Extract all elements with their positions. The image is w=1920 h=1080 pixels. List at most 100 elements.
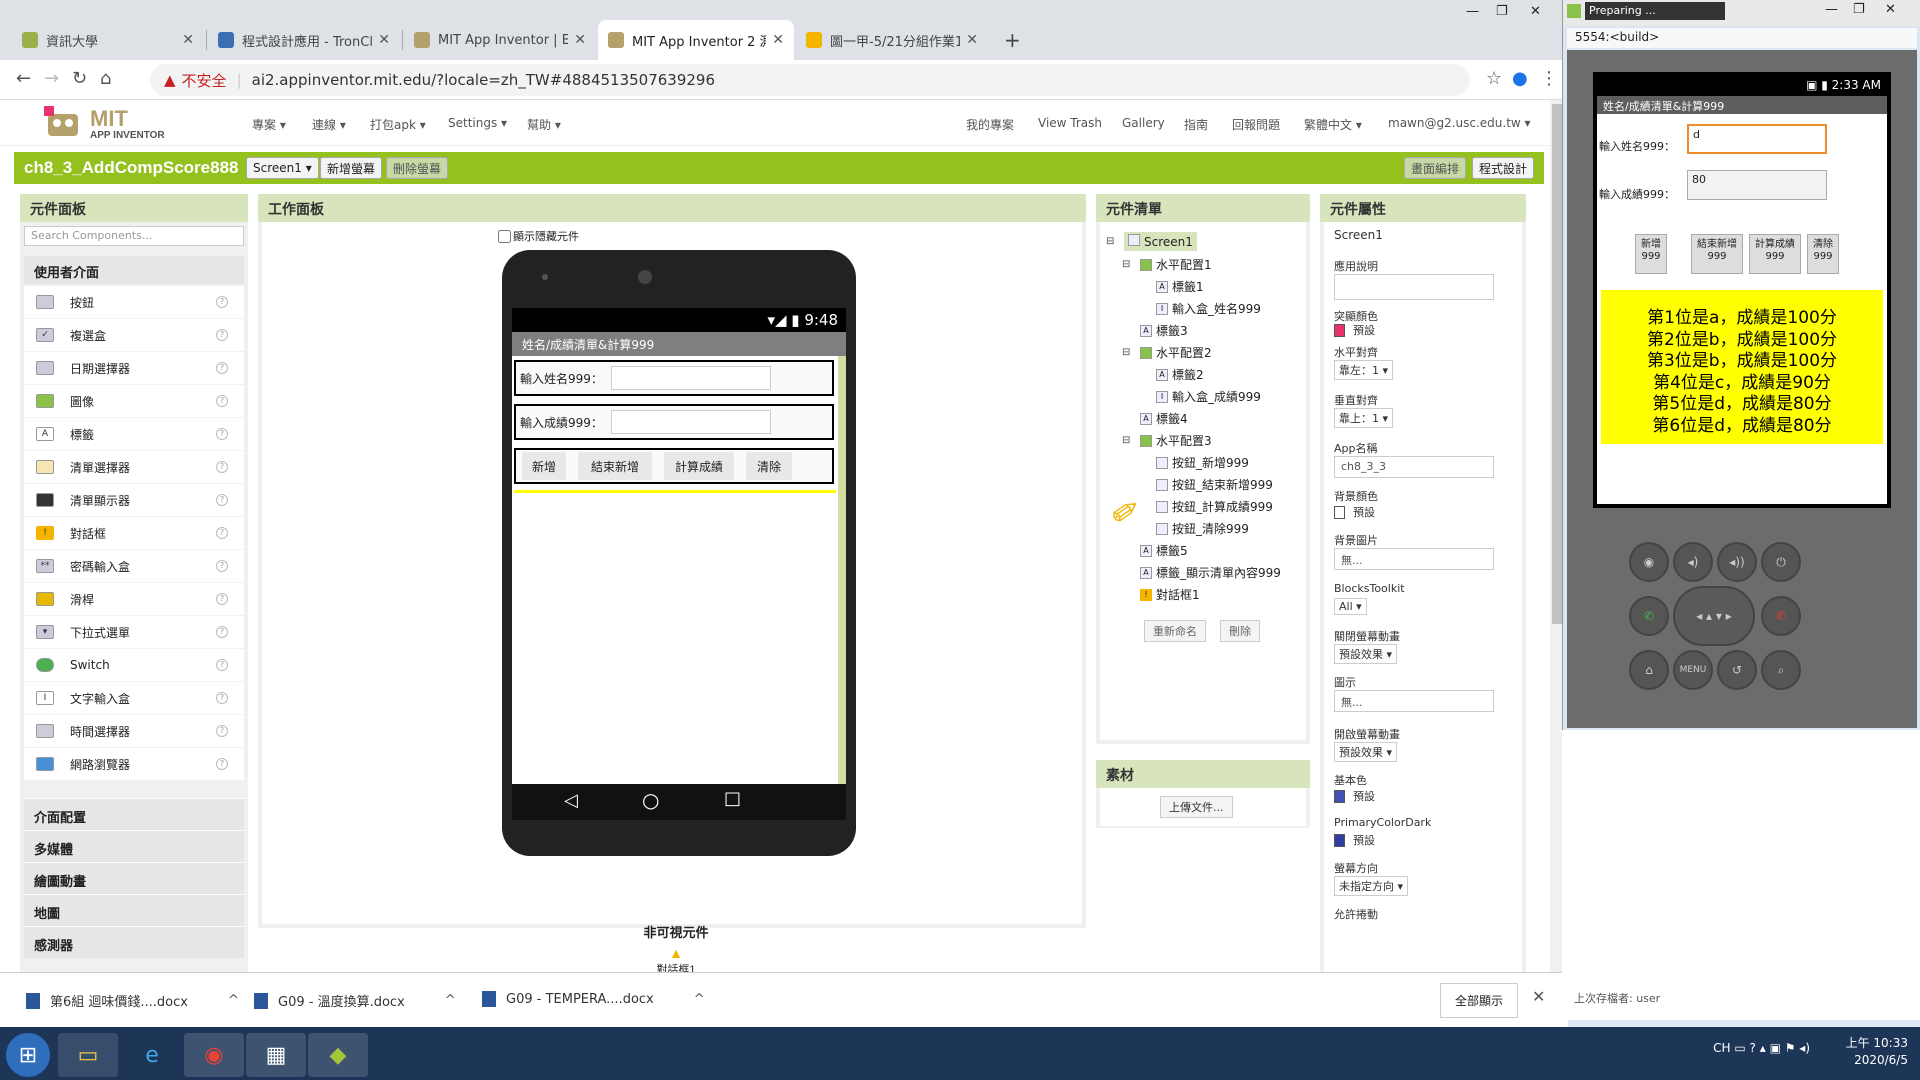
help-icon[interactable]: ? bbox=[216, 758, 228, 770]
tree-item-harr1[interactable]: ⊟ 水平配置1 bbox=[1122, 256, 1212, 273]
collapse-icon[interactable]: ⊟ bbox=[1122, 435, 1134, 446]
restore-icon[interactable]: ❐ bbox=[1496, 4, 1508, 19]
valign-dropdown[interactable]: 靠上：1 ▾ bbox=[1334, 408, 1394, 428]
help-icon[interactable]: ? bbox=[216, 560, 228, 572]
close-window-icon[interactable]: ✕ bbox=[1530, 4, 1541, 19]
close-icon[interactable]: ✕ bbox=[574, 32, 586, 48]
profile-icon[interactable]: ● bbox=[1512, 68, 1528, 89]
chrome-icon[interactable]: ◉ bbox=[184, 1033, 244, 1077]
emu-name-input[interactable]: d bbox=[1687, 124, 1827, 154]
tree-item-harr2[interactable]: ⊟ 水平配置2 bbox=[1122, 344, 1212, 361]
help-icon[interactable]: ? bbox=[216, 395, 228, 407]
home-icon[interactable]: ⌂ bbox=[1629, 650, 1669, 690]
help-icon[interactable]: ? bbox=[216, 461, 228, 473]
palette-item-notifier[interactable]: ! 對話框? bbox=[24, 517, 244, 550]
menu-build[interactable]: 打包apk ▾ bbox=[370, 116, 426, 133]
help-icon[interactable]: ? bbox=[216, 593, 228, 605]
calculate-button[interactable]: 計算成績 bbox=[664, 452, 734, 480]
end-add-button[interactable]: 結束新增 bbox=[578, 452, 652, 480]
tree-item-label-list[interactable]: A 標籤_顯示清單內容999 bbox=[1140, 564, 1281, 581]
tree-item-btn-clear[interactable]: 按鈕_清除999 bbox=[1156, 520, 1249, 537]
help-icon[interactable]: ? bbox=[216, 659, 228, 671]
tab-5[interactable]: 圖一甲-5/21分組作業1_數學運算✕ bbox=[796, 20, 988, 60]
reload-icon[interactable]: ↻ bbox=[72, 68, 87, 89]
help-icon[interactable]: ? bbox=[216, 362, 228, 374]
emu-clear-button[interactable]: 清除 999 bbox=[1807, 234, 1839, 274]
bgcolor-value[interactable]: 預設 bbox=[1334, 504, 1375, 520]
chevron-up-icon[interactable]: ^ bbox=[228, 993, 239, 1008]
volume-up-icon[interactable]: ◂)) bbox=[1717, 542, 1757, 582]
chevron-up-icon[interactable]: ^ bbox=[694, 992, 705, 1007]
tab-4-active[interactable]: MIT App Inventor 2 測試版✕ bbox=[598, 20, 794, 60]
tab-1[interactable]: 資訊大學 ✕ bbox=[12, 20, 204, 60]
menu-connect[interactable]: 連線 ▾ bbox=[312, 116, 346, 133]
close-anim-dropdown[interactable]: 預設效果 ▾ bbox=[1334, 644, 1398, 664]
delete-button[interactable]: 刪除 bbox=[1220, 620, 1260, 642]
tree-item-textbox-score[interactable]: I 輸入盒_成績999 bbox=[1156, 388, 1261, 405]
score-textbox[interactable] bbox=[610, 410, 771, 434]
upload-file-button[interactable]: 上傳文件... bbox=[1160, 796, 1233, 818]
palette-item-slider[interactable]: 滑桿? bbox=[24, 583, 244, 616]
palette-item-image[interactable]: 圖像? bbox=[24, 385, 244, 418]
about-textarea[interactable] bbox=[1334, 274, 1494, 300]
close-icon[interactable]: ✕ bbox=[966, 32, 978, 48]
file-explorer-icon[interactable]: ▭ bbox=[58, 1033, 118, 1077]
help-icon[interactable]: ? bbox=[216, 725, 228, 737]
android-icon[interactable]: ◆ bbox=[308, 1033, 368, 1077]
category-sensors[interactable]: 感測器 bbox=[24, 926, 244, 958]
palette-item-passwordtextbox[interactable]: ** 密碼輸入盒? bbox=[24, 550, 244, 583]
tree-item-textbox-name[interactable]: I 輸入盒_姓名999 bbox=[1156, 300, 1261, 317]
accent-color-value[interactable]: 預設 bbox=[1334, 322, 1375, 338]
help-icon[interactable]: ? bbox=[216, 329, 228, 341]
tree-item-btn-calc[interactable]: 按鈕_計算成績999 bbox=[1156, 498, 1273, 515]
show-hidden-checkbox[interactable]: 顯示隱藏元件 bbox=[498, 228, 579, 244]
tab-3[interactable]: MIT App Inventor | Explore MIT✕ bbox=[404, 20, 596, 60]
url-field[interactable]: ▲ 不安全 | ai2.appinventor.mit.edu/?locale=… bbox=[150, 64, 1470, 96]
chevron-up-icon[interactable]: ^ bbox=[445, 993, 456, 1008]
palette-item-listpicker[interactable]: 清單選擇器? bbox=[24, 451, 244, 484]
close-icon[interactable]: ✕ bbox=[182, 32, 194, 48]
category-user-interface[interactable]: 使用者介面 bbox=[24, 256, 244, 284]
tree-item-label1[interactable]: A 標籤1 bbox=[1156, 278, 1204, 295]
tree-item-label5[interactable]: A 標籤5 bbox=[1140, 542, 1188, 559]
home-icon[interactable]: ⌂ bbox=[100, 68, 111, 89]
collapse-icon[interactable]: ⊟ bbox=[1122, 259, 1134, 270]
minimize-icon[interactable]: — bbox=[1466, 4, 1479, 19]
palette-item-timepicker[interactable]: 時間選擇器? bbox=[24, 715, 244, 748]
palette-item-datepicker[interactable]: 日期選擇器? bbox=[24, 352, 244, 385]
list-display-label[interactable] bbox=[514, 490, 836, 493]
collapse-icon[interactable]: ⊟ bbox=[1106, 236, 1118, 247]
close-icon[interactable]: ✕ bbox=[378, 32, 390, 48]
orientation-dropdown[interactable]: 未指定方向 ▾ bbox=[1334, 876, 1409, 896]
search-components-input[interactable]: Search Components... bbox=[24, 226, 244, 246]
download-item-2[interactable]: G09 - 溫度換算.docx ^ bbox=[254, 991, 456, 1010]
internet-explorer-icon[interactable]: e bbox=[122, 1033, 182, 1077]
blockstoolkit-dropdown[interactable]: All ▾ bbox=[1334, 598, 1367, 615]
minimize-icon[interactable]: — bbox=[1825, 2, 1838, 17]
power-icon[interactable]: ⏻ bbox=[1761, 542, 1801, 582]
back-icon[interactable]: ↺ bbox=[1717, 650, 1757, 690]
menu-report-issue[interactable]: 回報問題 bbox=[1232, 116, 1280, 133]
palette-item-textbox[interactable]: I 文字輸入盒? bbox=[24, 682, 244, 715]
start-button[interactable]: ⊞ bbox=[6, 1033, 50, 1077]
category-drawing[interactable]: 繪圖動畫 bbox=[24, 862, 244, 894]
palette-item-checkbox[interactable]: ✓ 複選盒? bbox=[24, 319, 244, 352]
primary-dark-value[interactable]: 預設 bbox=[1334, 832, 1375, 848]
tree-item-label3[interactable]: A 標籤3 bbox=[1140, 322, 1188, 339]
appname-input[interactable]: ch8_3_3 bbox=[1334, 456, 1494, 478]
tree-item-notifier[interactable]: ! 對話框1 bbox=[1140, 586, 1200, 603]
volume-down-icon[interactable]: ◂) bbox=[1673, 542, 1713, 582]
help-icon[interactable]: ? bbox=[216, 692, 228, 704]
tree-item-btn-endadd[interactable]: 按鈕_結束新增999 bbox=[1156, 476, 1273, 493]
palette-item-label[interactable]: A 標籤? bbox=[24, 418, 244, 451]
emu-end-add-button[interactable]: 結束新增 999 bbox=[1691, 234, 1743, 274]
new-tab-button[interactable]: + bbox=[994, 20, 1024, 60]
palette-item-listview[interactable]: 清單顯示器? bbox=[24, 484, 244, 517]
designer-button[interactable]: 畫面編排 bbox=[1404, 157, 1467, 179]
emu-score-input[interactable]: 80 bbox=[1687, 170, 1827, 200]
menu-key[interactable]: MENU bbox=[1673, 650, 1713, 690]
restore-icon[interactable]: ❐ bbox=[1853, 2, 1865, 17]
app-inventor-logo-icon[interactable] bbox=[44, 106, 82, 140]
help-icon[interactable]: ? bbox=[216, 494, 228, 506]
download-item-1[interactable]: 第6組 迴味價錢....docx ^ bbox=[26, 991, 239, 1010]
